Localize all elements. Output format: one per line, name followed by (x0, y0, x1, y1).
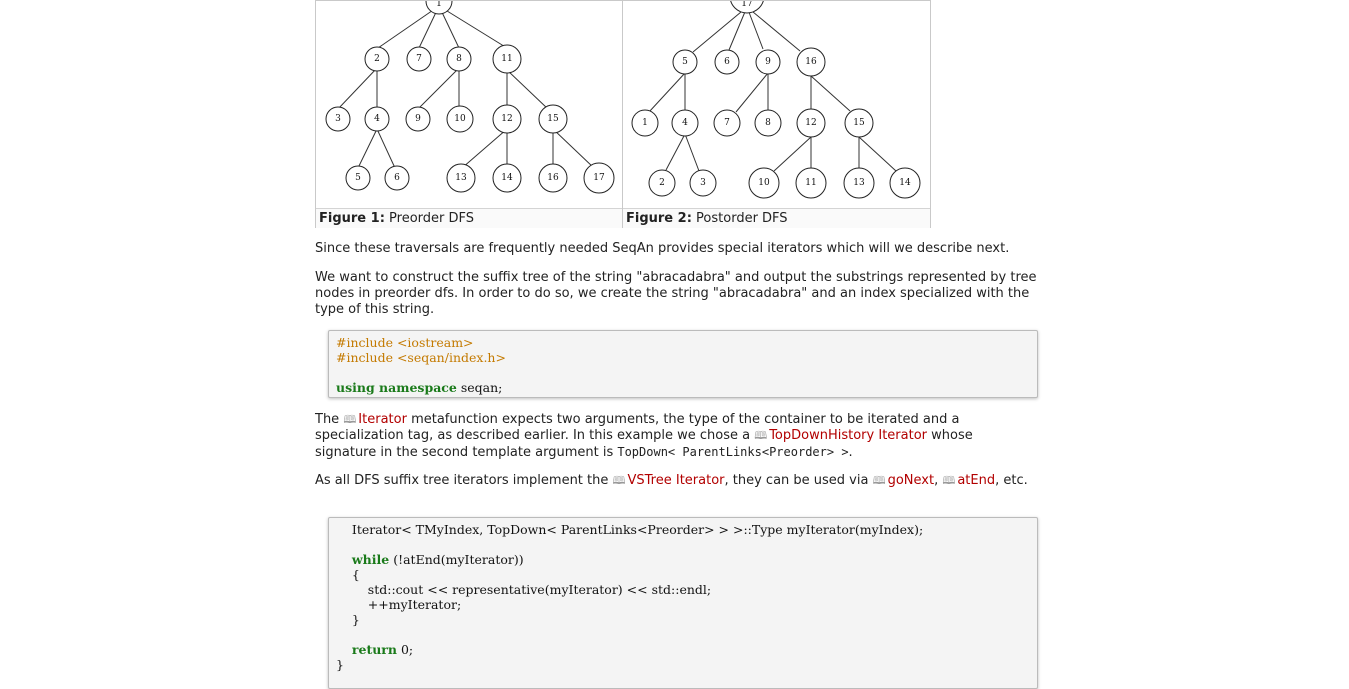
code-line: } (336, 657, 344, 672)
node-label: 8 (456, 54, 462, 64)
node-label: 1 (436, 1, 442, 9)
node-label: 3 (700, 178, 706, 188)
node-label: 12 (501, 114, 512, 124)
figure-caption: Figure 2: Postorder DFS (623, 208, 930, 228)
node-label: 7 (416, 54, 422, 64)
node-label: 4 (682, 118, 688, 128)
code-keyword: return (351, 642, 397, 657)
link-vstree-iterator[interactable]: VSTree Iterator (628, 473, 725, 488)
code-line: #include <seqan/index.h> (336, 350, 506, 365)
node-label: 14 (501, 173, 513, 183)
text: . (848, 445, 853, 460)
node-label: 16 (547, 173, 559, 183)
node-label: 11 (501, 54, 512, 64)
postorder-tree-diagram: 17 5 6 9 16 1 4 7 8 12 15 2 3 10 11 13 1… (631, 1, 921, 199)
node-label: 6 (394, 173, 400, 183)
caption-label: Figure 1: (319, 211, 385, 226)
book-icon: 🕮 (872, 474, 886, 487)
node-label: 11 (805, 178, 816, 188)
code-line: } (336, 612, 360, 627)
code-line: #include <iostream> (336, 335, 474, 350)
text: As all DFS suffix tree iterators impleme… (315, 473, 613, 488)
caption-text: Postorder DFS (696, 211, 788, 226)
node-label: 12 (805, 118, 816, 128)
figure-postorder-dfs: 17 5 6 9 16 1 4 7 8 12 15 2 3 10 11 13 1… (622, 0, 931, 228)
paragraph-suffix-tree: We want to construct the suffix tree of … (315, 270, 1037, 317)
text: , they can be used via (724, 473, 873, 488)
link-gonext[interactable]: goNext (888, 473, 935, 488)
node-label: 2 (659, 178, 665, 188)
node-label: 4 (374, 114, 380, 124)
text: , etc. (995, 473, 1028, 488)
code-line: std::cout << representative(myIterator) … (336, 582, 712, 597)
code-block-includes: #include <iostream> #include <seqan/inde… (328, 330, 1038, 398)
book-icon: 🕮 (754, 429, 768, 442)
paragraph-traversals: Since these traversals are frequently ne… (315, 241, 1010, 256)
node-label: 13 (455, 173, 467, 183)
node-label: 10 (758, 178, 770, 188)
code-keyword: using namespace (336, 380, 457, 395)
figure-caption: Figure 1: Preorder DFS (316, 208, 623, 228)
code-text: seqan; (456, 380, 503, 395)
node-label: 2 (374, 54, 380, 64)
code-text: (!atEnd(myIterator)) (389, 552, 524, 567)
node-label: 10 (454, 114, 466, 124)
code-line: Iterator< TMyIndex, TopDown< ParentLinks… (336, 522, 924, 537)
caption-label: Figure 2: (626, 211, 692, 226)
node-label: 9 (765, 57, 771, 67)
book-icon: 🕮 (942, 474, 956, 487)
node-label: 7 (724, 118, 730, 128)
node-label: 6 (724, 57, 730, 67)
paragraph-dfs-iterators: As all DFS suffix tree iterators impleme… (315, 473, 1045, 489)
code-line: return 0; (336, 642, 413, 657)
node-label: 17 (741, 1, 753, 9)
node-label: 3 (335, 114, 341, 124)
code-keyword: while (351, 552, 390, 567)
link-iterator[interactable]: Iterator (358, 412, 407, 427)
node-label: 16 (805, 57, 817, 67)
paragraph-iterator: The 🕮 Iterator metafunction expects two a… (315, 412, 1035, 461)
node-label: 17 (593, 173, 605, 183)
node-label: 14 (899, 178, 911, 188)
link-topdownhistory-iterator[interactable]: TopDownHistory Iterator (769, 428, 927, 443)
book-icon: 🕮 (612, 474, 626, 487)
code-line: ++myIterator; (336, 597, 462, 612)
node-label: 8 (765, 118, 771, 128)
node-label: 15 (547, 114, 559, 124)
figure-preorder-dfs: 1 2 7 8 11 3 4 9 10 12 15 5 6 13 14 16 1… (315, 0, 624, 228)
node-label: 1 (642, 118, 648, 128)
node-label: 13 (853, 178, 865, 188)
preorder-tree-diagram: 1 2 7 8 11 3 4 9 10 12 15 5 6 13 14 16 1… (325, 1, 615, 194)
link-atend[interactable]: atEnd (957, 473, 995, 488)
text: The (315, 412, 344, 427)
code-text: 0; (396, 642, 414, 657)
node-label: 15 (853, 118, 865, 128)
code-line: { (336, 567, 360, 582)
node-label: 5 (355, 173, 361, 183)
code-block-iteration: Iterator< TMyIndex, TopDown< ParentLinks… (328, 517, 1038, 689)
code-line: using namespace seqan; (336, 380, 502, 395)
code-line: while (!atEnd(myIterator)) (336, 552, 524, 567)
node-label: 5 (682, 57, 688, 67)
inline-code: TopDown< ParentLinks<Preorder> > (617, 445, 849, 459)
node-label: 9 (415, 114, 421, 124)
book-icon: 🕮 (343, 413, 357, 426)
caption-text: Preorder DFS (389, 211, 475, 226)
